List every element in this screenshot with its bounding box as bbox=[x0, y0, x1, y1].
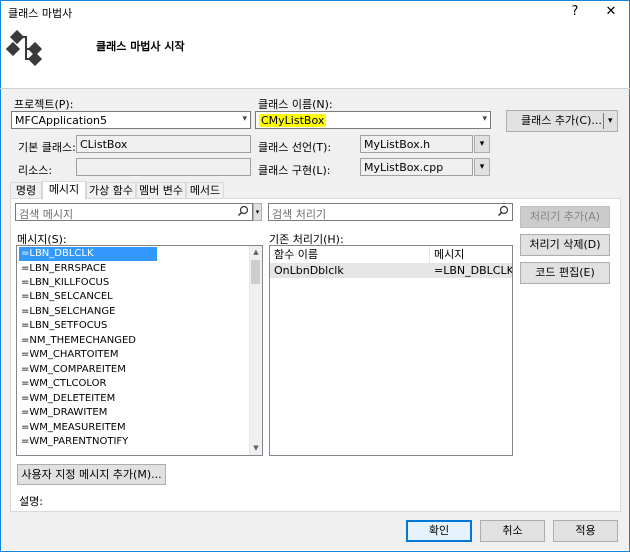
add-class-button[interactable]: 클래스 추가(C)... ▾ bbox=[506, 110, 618, 132]
resource-field bbox=[76, 158, 251, 176]
column-header-function[interactable]: 함수 이름 bbox=[270, 246, 430, 263]
scroll-thumb[interactable] bbox=[251, 260, 260, 284]
messages-listbox[interactable]: =LBN_DBLCLK =LBN_ERRSPACE =LBN_KILLFOCUS… bbox=[16, 245, 263, 456]
edit-code-button[interactable]: 코드 편집(E) bbox=[520, 262, 610, 284]
list-item[interactable]: =LBN_DBLCLK bbox=[19, 247, 157, 261]
messages-scrollbar[interactable]: ▲ ▼ bbox=[249, 246, 262, 455]
add-handler-button[interactable]: 처리기 추가(A) bbox=[520, 206, 610, 228]
list-item[interactable]: =WM_DELETEITEM bbox=[19, 392, 115, 406]
chevron-down-icon: ▾ bbox=[242, 114, 247, 124]
handler-search-placeholder: 검색 처리기 bbox=[272, 208, 327, 221]
chevron-down-icon[interactable]: ▾ bbox=[608, 111, 613, 131]
class-impl-field: MyListBox.cpp bbox=[360, 158, 473, 176]
list-item[interactable]: =WM_CTLCOLOR bbox=[19, 377, 106, 391]
project-label: 프로젝트(P): bbox=[14, 98, 74, 111]
column-header-message[interactable]: 메시지 bbox=[430, 246, 512, 263]
delete-handler-button[interactable]: 처리기 삭제(D) bbox=[520, 234, 610, 256]
class-decl-value: MyListBox.h bbox=[364, 138, 431, 151]
list-item[interactable]: =NM_THEMECHANGED bbox=[19, 334, 136, 348]
class-impl-value: MyListBox.cpp bbox=[364, 161, 444, 174]
handler-search-input[interactable]: 검색 처리기 bbox=[268, 203, 513, 221]
search-icon bbox=[497, 205, 509, 220]
split-divider bbox=[603, 113, 604, 129]
close-button[interactable]: ✕ bbox=[601, 3, 621, 21]
help-button[interactable]: ? bbox=[565, 3, 585, 21]
cancel-button[interactable]: 취소 bbox=[480, 520, 545, 542]
chevron-down-icon: ▾ bbox=[482, 114, 487, 124]
base-class-value: CListBox bbox=[80, 138, 128, 151]
scroll-up-icon[interactable]: ▲ bbox=[250, 246, 262, 259]
window-title: 클래스 마법사 bbox=[8, 7, 73, 20]
list-item[interactable]: =LBN_SELCHANGE bbox=[19, 305, 115, 319]
apply-button[interactable]: 적용 bbox=[553, 520, 618, 542]
description-label: 설명: bbox=[19, 495, 43, 508]
class-decl-label: 클래스 선언(T): bbox=[258, 141, 332, 154]
list-item[interactable]: =LBN_SETFOCUS bbox=[19, 319, 107, 333]
base-class-field: CListBox bbox=[76, 135, 251, 153]
class-decl-field: MyListBox.h bbox=[360, 135, 473, 153]
message-search-placeholder: 검색 메시지 bbox=[19, 208, 74, 221]
class-name-value: CMyListBox bbox=[259, 114, 327, 127]
class-name-label: 클래스 이름(N): bbox=[258, 98, 333, 111]
list-item[interactable]: =LBN_KILLFOCUS bbox=[19, 276, 109, 290]
class-impl-label: 클래스 구현(L): bbox=[258, 164, 331, 177]
search-icon bbox=[237, 205, 249, 220]
class-decl-browse-button[interactable]: ▾ bbox=[474, 135, 490, 153]
list-item[interactable]: =WM_PARENTNOTIFY bbox=[19, 435, 128, 449]
class-name-combo[interactable]: CMyListBox ▾ bbox=[255, 111, 491, 129]
list-item[interactable]: =WM_COMPAREITEM bbox=[19, 363, 126, 377]
message-search-options-button[interactable]: ▾ bbox=[253, 203, 262, 221]
handler-function-name: OnLbnDblclk bbox=[274, 264, 344, 277]
resource-label: 리소스: bbox=[18, 164, 53, 177]
base-class-label: 기본 클래스: bbox=[18, 141, 76, 154]
list-item[interactable]: =LBN_ERRSPACE bbox=[19, 262, 106, 276]
ok-button[interactable]: 확인 bbox=[406, 520, 472, 542]
project-combo[interactable]: MFCApplication5 ▾ bbox=[11, 111, 251, 129]
class-impl-browse-button[interactable]: ▾ bbox=[474, 158, 490, 176]
title-bar[interactable]: 클래스 마법사 ? ✕ bbox=[0, 0, 630, 26]
handler-message: =LBN_DBLCLK bbox=[434, 264, 513, 277]
scroll-down-icon[interactable]: ▼ bbox=[250, 442, 262, 455]
list-item[interactable]: =WM_MEASUREITEM bbox=[19, 421, 126, 435]
tab-messages[interactable]: 메시지 bbox=[42, 181, 86, 200]
list-item[interactable]: =WM_CHARTOITEM bbox=[19, 348, 118, 362]
message-search-input[interactable]: 검색 메시지 bbox=[15, 203, 253, 221]
project-value: MFCApplication5 bbox=[15, 114, 107, 127]
class-wizard-icon bbox=[5, 29, 46, 67]
handlers-listview[interactable]: 함수 이름 메시지 OnLbnDblclk =LBN_DBLCLK bbox=[269, 245, 513, 456]
list-item[interactable]: =WM_DRAWITEM bbox=[19, 406, 107, 420]
list-item[interactable]: =LBN_SELCANCEL bbox=[19, 290, 113, 304]
add-class-label: 클래스 추가(C)... bbox=[521, 114, 602, 127]
add-custom-message-button[interactable]: 사용자 지정 메시지 추가(M)... bbox=[17, 464, 166, 485]
wizard-header-title: 클래스 마법사 시작 bbox=[96, 40, 185, 53]
